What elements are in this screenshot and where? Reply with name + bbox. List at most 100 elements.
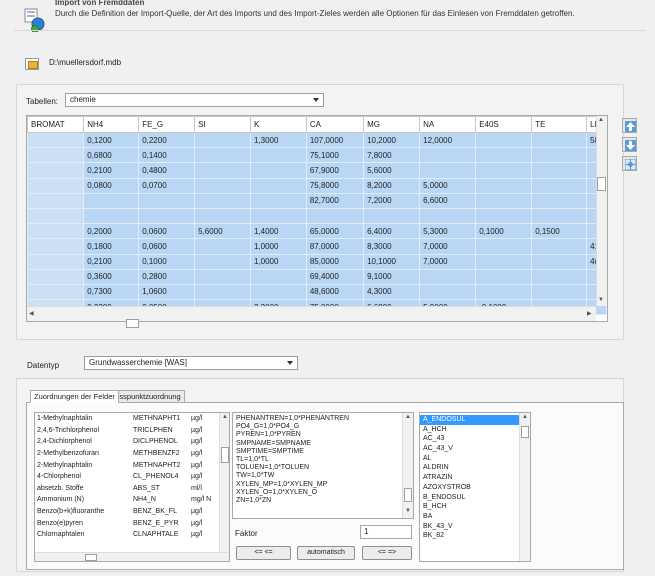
mapping-item[interactable]: ZN=1,0*ZN bbox=[233, 497, 413, 505]
list-item[interactable]: 4-Chlorphenol CL_PHENOL4 µg/l bbox=[35, 471, 217, 483]
table-cell[interactable] bbox=[419, 268, 477, 285]
table-cell[interactable]: 5,6000 bbox=[363, 162, 421, 179]
table-cell[interactable] bbox=[249, 162, 307, 179]
scroll-up-icon[interactable]: ▲ bbox=[522, 414, 528, 420]
mapping-list[interactable]: PHENANTREN=1,0*PHENANTREN PO4_G=1,0*PO4_G… bbox=[232, 412, 414, 519]
table-cell[interactable]: 8,2000 bbox=[363, 177, 421, 194]
table-cell[interactable]: 0,0700 bbox=[138, 177, 196, 194]
table-cell[interactable] bbox=[475, 207, 533, 225]
list-item[interactable]: BA bbox=[420, 512, 519, 522]
table-cell[interactable] bbox=[194, 207, 251, 225]
column-header-bromat[interactable]: BROMAT bbox=[27, 116, 85, 133]
table-cell[interactable]: 7,0000 bbox=[419, 238, 477, 255]
source-fields-list[interactable]: 1-Methylnaphtalin METHNAPHT1 µg/l 2,4,6-Tri… bbox=[34, 412, 230, 562]
mapping-item[interactable]: XYLEN_MP=1,0*XYLEN_MP bbox=[233, 481, 413, 489]
mapping-item[interactable]: TL=1,0*TL bbox=[233, 456, 413, 464]
table-cell[interactable]: 0,1000 bbox=[138, 253, 196, 270]
table-cell[interactable]: 0,1200 bbox=[83, 131, 140, 149]
table-cell[interactable]: 0,1400 bbox=[138, 147, 196, 164]
table-cell[interactable] bbox=[475, 162, 533, 179]
mapping-item[interactable]: PHENANTREN=1,0*PHENANTREN bbox=[233, 415, 413, 423]
table-cell[interactable] bbox=[419, 162, 477, 179]
table-cell[interactable] bbox=[475, 131, 533, 149]
table-cell[interactable] bbox=[27, 177, 85, 194]
list-item[interactable]: 2,4-Dichlorphenol DICLPHENOL µg/l bbox=[35, 436, 217, 448]
table-cell[interactable] bbox=[138, 207, 196, 225]
automatic-button[interactable]: automatisch bbox=[297, 546, 355, 560]
table-cell[interactable] bbox=[27, 162, 85, 179]
column-header-ca[interactable]: CA bbox=[305, 116, 365, 133]
list-item[interactable]: 2-Methylnaphtalin METHNAPHT2 µg/l bbox=[35, 459, 217, 471]
table-cell[interactable]: 9,1000 bbox=[363, 268, 421, 285]
table-row[interactable]: 0,0800 0,0700 75,8000 8,2000 5,0000 bbox=[27, 177, 607, 194]
fields-horizontal-scrollbar[interactable] bbox=[35, 552, 229, 561]
table-cell[interactable]: 0,2100 bbox=[83, 253, 140, 270]
table-cell[interactable] bbox=[83, 192, 140, 209]
table-cell[interactable] bbox=[27, 131, 85, 149]
scroll-up-icon[interactable]: ▲ bbox=[598, 117, 604, 123]
table-row[interactable]: 0,1200 0,2200 1,3000 107,0000 10,2000 12,0000… bbox=[27, 131, 607, 149]
scroll-down-icon[interactable]: ▼ bbox=[598, 297, 604, 303]
fields-hscroll-thumb[interactable] bbox=[85, 554, 97, 561]
mapping-item[interactable]: SMPNAME=SMPNAME bbox=[233, 440, 413, 448]
table-cell[interactable] bbox=[194, 147, 251, 164]
table-cell[interactable] bbox=[194, 162, 251, 179]
table-row[interactable]: 0,3600 0,2800 69,4000 9,1000 bbox=[27, 268, 607, 285]
move-down-button[interactable] bbox=[622, 137, 637, 152]
table-cell[interactable] bbox=[194, 268, 251, 285]
scroll-down-icon[interactable]: ▼ bbox=[405, 508, 411, 514]
list-item[interactable]: Ammonium (N) NH4_N mg/l N bbox=[35, 494, 217, 506]
list-item[interactable]: 1-Methylnaphtalin METHNAPHT1 µg/l bbox=[35, 413, 217, 425]
table-cell[interactable]: 87,0000 bbox=[305, 238, 365, 255]
table-cell[interactable] bbox=[27, 238, 85, 255]
mapping-scroll-thumb[interactable] bbox=[404, 488, 412, 502]
open-folder-icon[interactable] bbox=[25, 58, 39, 70]
table-cell[interactable]: 85,0000 bbox=[305, 253, 365, 270]
table-cell[interactable]: 69,4000 bbox=[305, 268, 365, 285]
table-cell[interactable]: 0,7300 bbox=[83, 283, 140, 301]
table-cell[interactable]: 1,0600 bbox=[138, 283, 196, 301]
table-cell[interactable] bbox=[363, 207, 421, 225]
table-cell[interactable] bbox=[305, 207, 365, 225]
table-cell[interactable] bbox=[531, 207, 588, 225]
table-cell[interactable]: 7,8000 bbox=[363, 147, 421, 164]
table-cell[interactable] bbox=[27, 223, 85, 240]
table-cell[interactable]: 5,0000 bbox=[419, 177, 477, 194]
table-cell[interactable] bbox=[475, 238, 533, 255]
names-scroll-thumb[interactable] bbox=[521, 426, 529, 438]
table-cell[interactable] bbox=[475, 177, 533, 194]
table-cell[interactable] bbox=[249, 268, 307, 285]
table-cell[interactable] bbox=[249, 207, 307, 225]
table-cell[interactable]: 0,0600 bbox=[138, 223, 196, 240]
table-cell[interactable]: 0,1000 bbox=[475, 223, 533, 240]
table-cell[interactable]: 10,1000 bbox=[363, 253, 421, 270]
table-cell[interactable]: 0,3600 bbox=[83, 268, 140, 285]
list-item[interactable]: absetzb. Stoffe ABS_ST ml/l bbox=[35, 483, 217, 495]
list-item[interactable]: BK_43_V bbox=[420, 522, 519, 532]
table-cell[interactable]: 0,1800 bbox=[83, 238, 140, 255]
table-cell[interactable]: 10,2000 bbox=[363, 131, 421, 149]
list-item[interactable]: 2-Methylbenzofuran METHBENZF2 µg/l bbox=[35, 448, 217, 460]
table-cell[interactable] bbox=[475, 147, 533, 164]
table-cell[interactable]: 1,3000 bbox=[249, 131, 307, 149]
table-cell[interactable]: 0,0800 bbox=[83, 177, 140, 194]
mapping-item[interactable]: TOLUEN=1,0*TOLUEN bbox=[233, 464, 413, 472]
table-cell[interactable] bbox=[27, 268, 85, 285]
list-item[interactable]: Chlornaphtalen CLNAPHTALE µg/l bbox=[35, 529, 217, 541]
column-header-fe_g[interactable]: FE_G bbox=[138, 116, 196, 133]
table-cell[interactable] bbox=[27, 192, 85, 209]
table-cell[interactable]: 8,3000 bbox=[363, 238, 421, 255]
column-header-te[interactable]: TE bbox=[531, 116, 588, 133]
table-row[interactable]: 0,7300 1,0600 48,6000 4,3000 bbox=[27, 283, 607, 301]
table-cell[interactable] bbox=[419, 147, 477, 164]
table-cell[interactable]: 5,3000 bbox=[419, 223, 477, 240]
table-cell[interactable]: 0,4800 bbox=[138, 162, 196, 179]
mapping-item[interactable]: XYLEN_O=1,0*XYLEN_O bbox=[233, 489, 413, 497]
table-cell[interactable]: 48,6000 bbox=[305, 283, 365, 301]
column-header-mg[interactable]: MG bbox=[363, 116, 421, 133]
list-item[interactable]: AL bbox=[420, 454, 519, 464]
table-row[interactable]: 0,2100 0,1000 1,0000 85,0000 10,1000 7,0000 4( bbox=[27, 253, 607, 270]
table-cell[interactable]: 0,2100 bbox=[83, 162, 140, 179]
column-header-na[interactable]: NA bbox=[419, 116, 477, 133]
table-cell[interactable] bbox=[531, 238, 588, 255]
